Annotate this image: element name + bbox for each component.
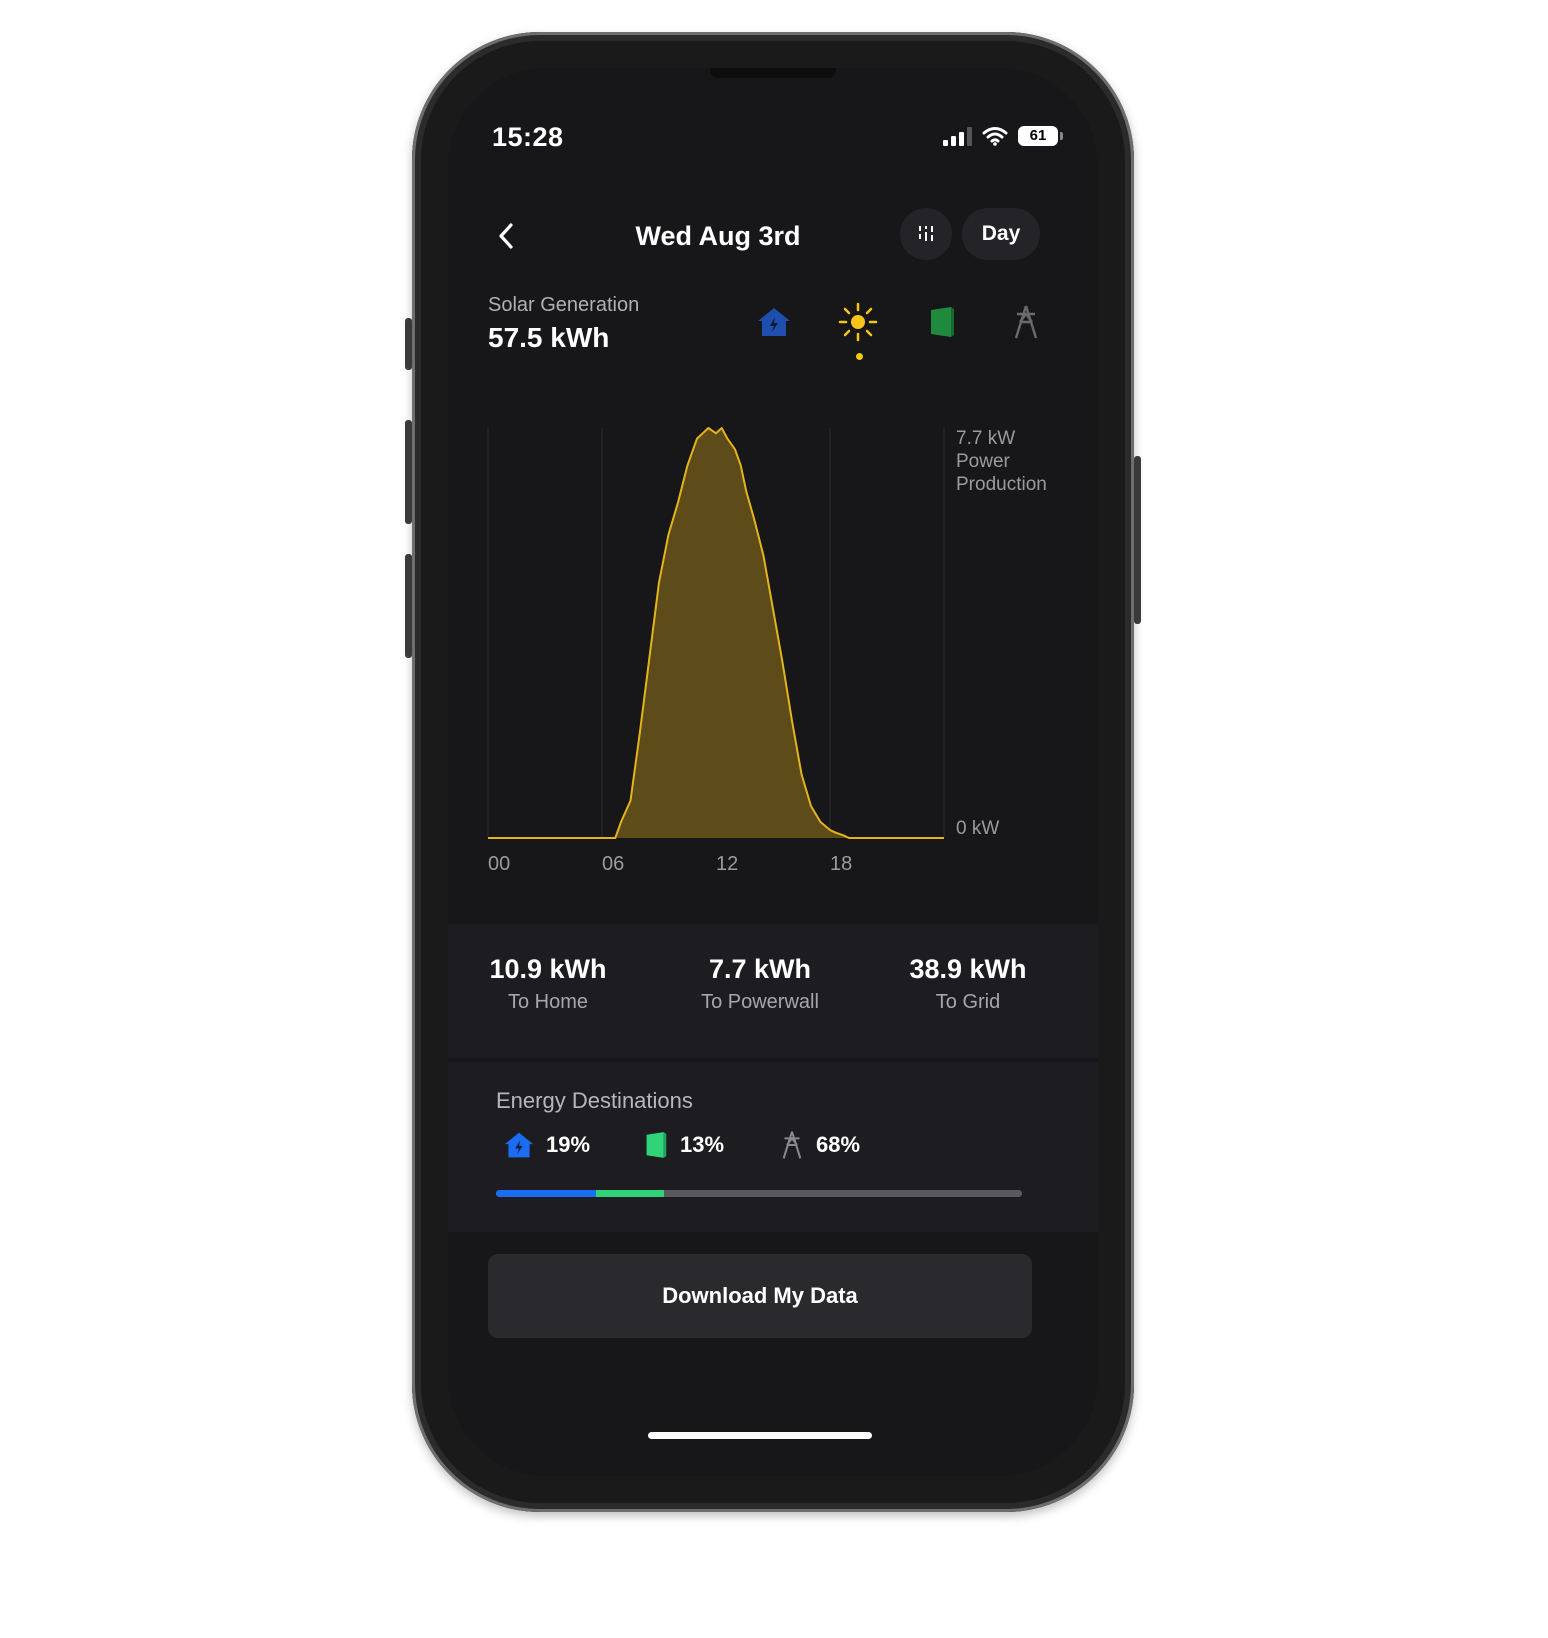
stat-to-grid: 38.9 kWh To Grid — [868, 954, 1068, 1014]
energy-destinations: Energy Destinations 19% 13% 68% — [448, 1062, 1098, 1232]
wifi-icon — [982, 127, 1008, 146]
destination-percent: 68% — [816, 1132, 861, 1157]
destinations-bar — [496, 1190, 1022, 1197]
powerwall-icon — [931, 307, 954, 337]
destinations-title: Energy Destinations — [496, 1088, 693, 1113]
stat-label: To Powerwall — [701, 991, 819, 1013]
x-tick-label: 18 — [830, 853, 852, 875]
stat-value: 38.9 kWh — [909, 954, 1027, 984]
y-min-label: 0 kW — [956, 818, 999, 839]
destination-powerwall: 13% — [644, 1130, 724, 1160]
grid-tower-icon — [1014, 305, 1038, 339]
filter-button[interactable] — [900, 208, 952, 260]
home-indicator[interactable] — [648, 1432, 872, 1439]
powerwall-icon — [646, 1132, 667, 1158]
sliders-icon — [919, 226, 933, 242]
phone-frame: 15:28 61 Wed Aug 3rd Day Solar Generatio… — [405, 32, 1141, 1512]
sensor-housing — [710, 68, 836, 78]
y-max-label: 7.7 kW — [956, 428, 1015, 449]
destination-percent: 19% — [546, 1132, 591, 1157]
battery-icon: 61 — [1018, 126, 1063, 146]
stat-label: To Home — [507, 991, 589, 1013]
download-data-button[interactable]: Download My Data — [488, 1254, 1032, 1338]
source-solar-button[interactable] — [838, 302, 878, 342]
power-chart: 00 06 12 18 7.7 kW Power Production 0 kW — [448, 398, 1098, 918]
app-screen: 15:28 61 Wed Aug 3rd Day Solar Generatio… — [448, 68, 1098, 1476]
destination-bar-segment — [496, 1190, 596, 1197]
x-tick-label: 12 — [716, 853, 738, 875]
stat-to-powerwall: 7.7 kWh To Powerwall — [660, 954, 860, 1014]
silent-switch — [405, 318, 412, 370]
volume-up-button — [405, 420, 412, 524]
volume-down-button — [405, 554, 412, 658]
grid-tower-icon — [782, 1131, 802, 1159]
cellular-signal-icon — [943, 126, 972, 146]
destination-bar-segment — [664, 1190, 1022, 1197]
source-home-button[interactable] — [754, 302, 794, 342]
x-tick-label: 00 — [488, 853, 510, 875]
summary-label: Solar Generation — [488, 294, 640, 316]
energy-stats: 10.9 kWh To Home 7.7 kWh To Powerwall 38… — [448, 924, 1098, 1058]
y-axis-caption: Power — [956, 451, 1011, 472]
status-time: 15:28 — [492, 122, 564, 152]
power-button — [1134, 456, 1141, 624]
destination-percent: 13% — [680, 1132, 725, 1157]
power-chart-svg: 00 06 12 18 7.7 kWPowerProduction 0 kW — [487, 427, 1047, 875]
source-powerwall-button[interactable] — [922, 302, 962, 342]
sun-icon — [838, 302, 878, 342]
summary-value: 57.5 kWh — [488, 322, 610, 353]
stat-value: 10.9 kWh — [489, 954, 607, 984]
stat-value: 7.7 kWh — [708, 954, 812, 984]
chevron-left-icon — [499, 223, 513, 249]
stat-label: To Grid — [935, 991, 1001, 1013]
period-selector[interactable]: Day — [962, 208, 1040, 260]
series-area — [488, 428, 944, 838]
selected-indicator — [856, 353, 863, 360]
destination-home: 19% — [504, 1130, 590, 1160]
home-bolt-icon — [504, 1132, 534, 1158]
y-axis-caption: Production — [956, 474, 1047, 495]
destination-bar-segment — [595, 1190, 665, 1197]
source-grid-button[interactable] — [1006, 302, 1046, 342]
home-bolt-icon — [758, 308, 790, 336]
status-icons: 61 — [943, 126, 1063, 146]
page-title: Wed Aug 3rd — [635, 221, 801, 251]
stat-to-home: 10.9 kWh To Home — [448, 954, 648, 1014]
destination-grid: 68% — [780, 1130, 860, 1160]
x-tick-label: 06 — [602, 853, 624, 875]
back-button[interactable] — [488, 218, 524, 254]
